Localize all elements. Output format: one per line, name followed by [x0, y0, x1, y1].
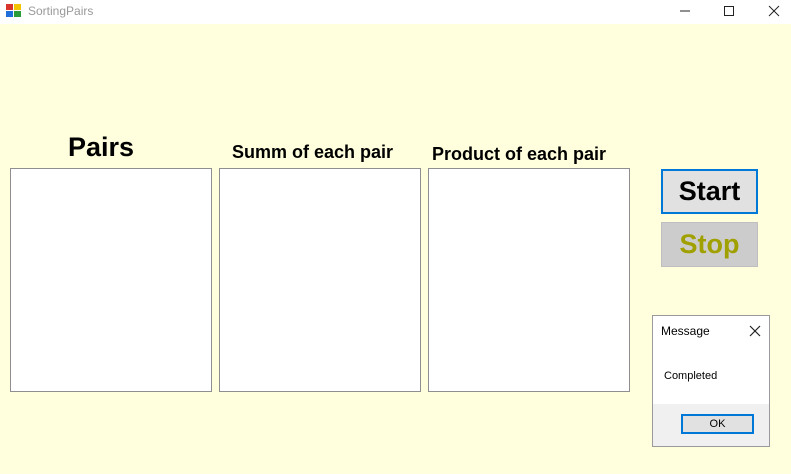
message-dialog: Message Completed OK: [652, 315, 770, 447]
minimize-icon: [679, 10, 690, 12]
message-dialog-title: Message: [661, 324, 710, 338]
close-icon: [768, 5, 779, 17]
message-dialog-text: Completed: [664, 370, 718, 382]
maximize-icon: [723, 6, 734, 16]
minimize-button[interactable]: [662, 0, 707, 22]
message-dialog-close-button[interactable]: [749, 324, 761, 337]
sum-listbox[interactable]: [219, 168, 421, 392]
message-dialog-footer: OK: [653, 404, 769, 446]
app-icon: [6, 4, 22, 18]
ok-button[interactable]: OK: [681, 414, 754, 434]
start-button[interactable]: Start: [661, 169, 758, 214]
pairs-listbox[interactable]: [10, 168, 212, 392]
title-bar: SortingPairs: [0, 0, 791, 24]
maximize-button[interactable]: [706, 0, 751, 22]
product-label: Product of each pair: [432, 144, 607, 164]
close-icon: [749, 325, 761, 337]
product-listbox[interactable]: [428, 168, 630, 392]
pairs-label: Pairs: [68, 132, 135, 162]
sum-label: Summ of each pair: [232, 142, 394, 162]
stop-button[interactable]: Stop: [661, 222, 758, 267]
window-title: SortingPairs: [28, 4, 94, 18]
close-button[interactable]: [751, 0, 791, 22]
